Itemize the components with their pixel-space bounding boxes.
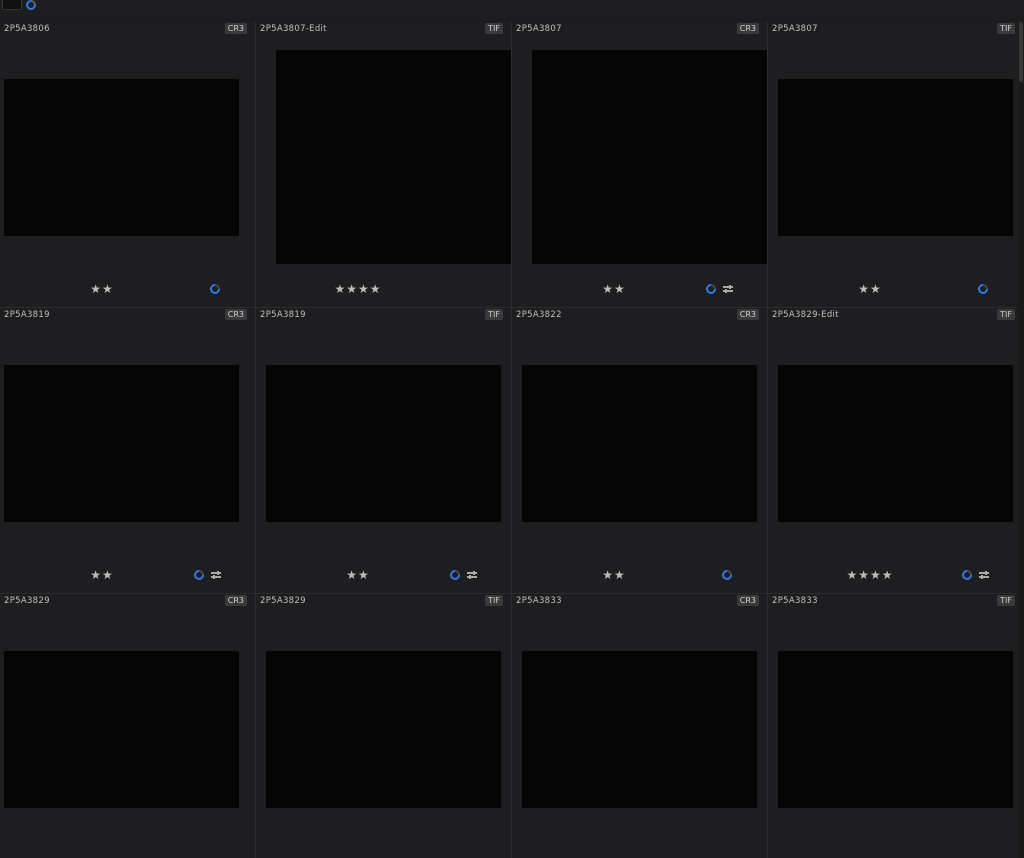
file-name: 2P5A3822 bbox=[516, 310, 562, 320]
scrollbar-thumb[interactable] bbox=[1019, 22, 1023, 82]
star-rating[interactable]: ★★ bbox=[512, 568, 716, 582]
photo-thumbnail[interactable] bbox=[266, 651, 501, 808]
photo-thumbnail[interactable] bbox=[778, 651, 1013, 808]
photo-thumbnail[interactable] bbox=[4, 651, 239, 808]
header-thumbnail bbox=[2, 0, 22, 10]
photo-cell[interactable]: 2P5A3822 CR3 ★★ bbox=[512, 308, 768, 594]
scrollbar[interactable] bbox=[1018, 22, 1024, 858]
file-name: 2P5A3833 bbox=[772, 596, 818, 606]
file-type-badge: CR3 bbox=[736, 23, 759, 34]
file-type-badge: CR3 bbox=[224, 309, 247, 320]
file-name: 2P5A3807-Edit bbox=[260, 24, 327, 34]
photo-thumbnail[interactable] bbox=[276, 50, 511, 264]
file-name: 2P5A3833 bbox=[516, 596, 562, 606]
photo-thumbnail[interactable] bbox=[532, 50, 767, 264]
file-name: 2P5A3829 bbox=[4, 596, 50, 606]
photo-cell[interactable]: 2P5A3807-Edit TIF ★★★★ bbox=[256, 22, 512, 308]
file-name: 2P5A3829-Edit bbox=[772, 310, 839, 320]
file-type-badge: TIF bbox=[485, 309, 503, 320]
library-header bbox=[0, 0, 1024, 14]
file-type-badge: TIF bbox=[997, 309, 1015, 320]
sync-spinner-icon bbox=[719, 567, 735, 583]
file-name: 2P5A3806 bbox=[4, 24, 50, 34]
photo-cell[interactable]: 2P5A3833 TIF bbox=[768, 594, 1024, 858]
file-type-badge: TIF bbox=[485, 595, 503, 606]
file-type-badge: CR3 bbox=[224, 595, 247, 606]
photo-thumbnail[interactable] bbox=[522, 651, 757, 808]
file-type-badge: CR3 bbox=[224, 23, 247, 34]
file-type-badge: CR3 bbox=[736, 595, 759, 606]
file-name: 2P5A3829 bbox=[260, 596, 306, 606]
photo-thumbnail[interactable] bbox=[778, 79, 1013, 236]
photo-thumbnail[interactable] bbox=[778, 365, 1013, 522]
file-name: 2P5A3807 bbox=[516, 24, 562, 34]
star-rating[interactable]: ★★ bbox=[512, 282, 716, 296]
photo-cell[interactable]: 2P5A3819 CR3 ★★ bbox=[0, 308, 256, 594]
photo-cell[interactable]: 2P5A3833 CR3 bbox=[512, 594, 768, 858]
file-type-badge: TIF bbox=[485, 23, 503, 34]
star-rating[interactable]: ★★ bbox=[0, 282, 204, 296]
photo-cell[interactable]: 2P5A3806 CR3 ★★ bbox=[0, 22, 256, 308]
adjustments-icon bbox=[723, 284, 733, 294]
adjustments-icon bbox=[467, 570, 477, 580]
star-rating[interactable]: ★★ bbox=[0, 568, 204, 582]
star-rating[interactable]: ★★★★ bbox=[256, 282, 460, 296]
photo-cell[interactable]: 2P5A3819 TIF ★★ bbox=[256, 308, 512, 594]
star-rating[interactable]: ★★ bbox=[256, 568, 460, 582]
sync-spinner-icon bbox=[207, 281, 223, 297]
photo-thumbnail[interactable] bbox=[266, 365, 501, 522]
sync-spinner-icon bbox=[975, 281, 991, 297]
sync-spinner-icon bbox=[23, 0, 39, 13]
adjustments-icon bbox=[211, 570, 221, 580]
adjustments-icon bbox=[979, 570, 989, 580]
photo-thumbnail[interactable] bbox=[522, 365, 757, 522]
star-rating[interactable]: ★★ bbox=[768, 282, 972, 296]
photo-cell[interactable]: 2P5A3807 CR3 ★★ bbox=[512, 22, 768, 308]
file-type-badge: TIF bbox=[997, 595, 1015, 606]
photo-thumbnail[interactable] bbox=[4, 365, 239, 522]
star-rating[interactable]: ★★★★ bbox=[768, 568, 972, 582]
file-name: 2P5A3819 bbox=[260, 310, 306, 320]
photo-cell[interactable]: 2P5A3829 TIF bbox=[256, 594, 512, 858]
file-type-badge: CR3 bbox=[736, 309, 759, 320]
photo-thumbnail[interactable] bbox=[4, 79, 239, 236]
file-type-badge: TIF bbox=[997, 23, 1015, 34]
photo-cell[interactable]: 2P5A3807 TIF ★★ bbox=[768, 22, 1024, 308]
photo-cell[interactable]: 2P5A3829-Edit TIF ★★★★ bbox=[768, 308, 1024, 594]
file-name: 2P5A3807 bbox=[772, 24, 818, 34]
photo-cell[interactable]: 2P5A3829 CR3 bbox=[0, 594, 256, 858]
file-name: 2P5A3819 bbox=[4, 310, 50, 320]
